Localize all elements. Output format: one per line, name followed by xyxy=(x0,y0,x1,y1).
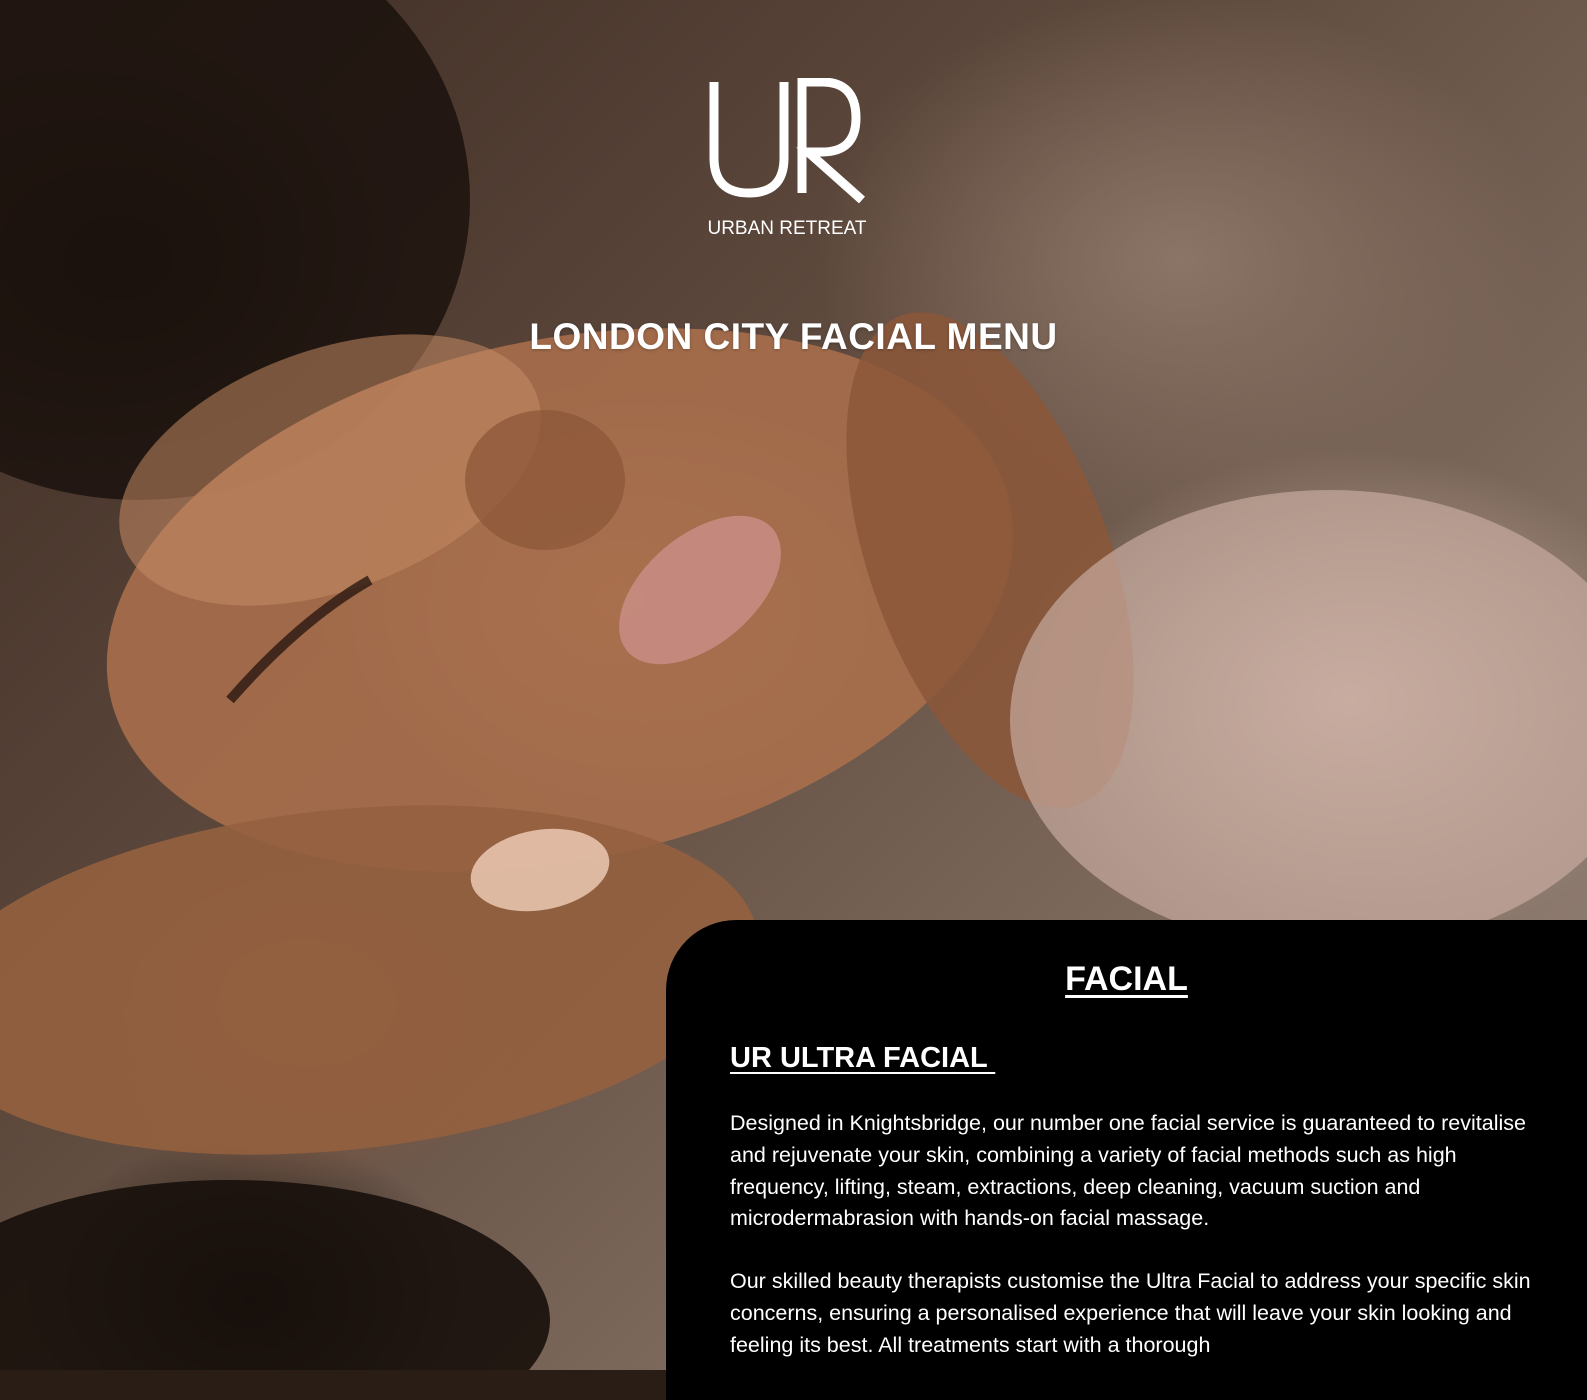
ur-logo-mark-icon xyxy=(709,78,865,204)
page-title: LONDON CITY FACIAL MENU xyxy=(529,316,1058,357)
brand-name: URBAN RETREAT xyxy=(707,218,867,239)
facial-section-panel: FACIAL UR ULTRA FACIAL Designed in Knigh… xyxy=(666,920,1587,1400)
treatment-title: UR ULTRA FACIAL xyxy=(730,1042,996,1074)
treatment-description: Designed in Knightsbridge, our number on… xyxy=(730,1111,1526,1231)
treatment-description-continued: Our skilled beauty therapists customise … xyxy=(730,1269,1531,1357)
urban-retreat-logo: URBAN RETREAT xyxy=(704,78,870,240)
section-title: FACIAL xyxy=(1065,960,1188,998)
